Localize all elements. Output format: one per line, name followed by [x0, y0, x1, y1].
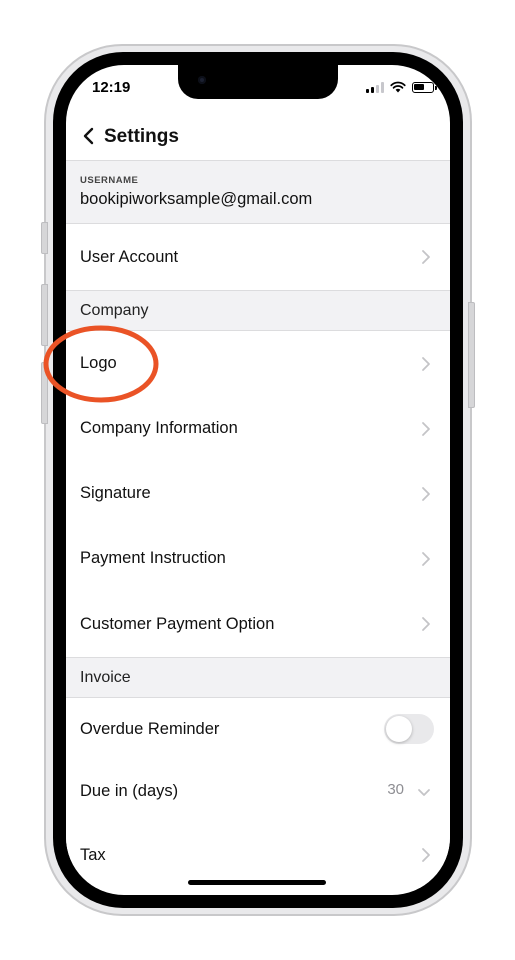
section-header-invoice: Invoice — [66, 657, 450, 698]
toggle-knob — [386, 716, 412, 742]
power-button — [468, 302, 475, 408]
due-in-days-row[interactable]: Due in (days) 30 — [66, 760, 450, 822]
overdue-reminder-toggle[interactable] — [384, 714, 434, 744]
company-information-row[interactable]: Company Information — [66, 396, 450, 461]
payment-instruction-row[interactable]: Payment Instruction — [66, 526, 450, 591]
chevron-right-icon — [422, 848, 430, 862]
silent-switch — [41, 222, 48, 254]
user-account-row[interactable]: User Account — [66, 224, 450, 290]
chevron-right-icon — [422, 421, 430, 436]
overdue-reminder-row: Overdue Reminder — [66, 698, 450, 760]
username-section: USERNAME bookipiworksample@gmail.com — [66, 160, 450, 224]
chevron-left-icon[interactable] — [76, 123, 102, 149]
page-title: Settings — [104, 126, 179, 147]
settings-list: USERNAME bookipiworksample@gmail.com Use… — [66, 160, 450, 888]
row-label: Payment Instruction — [80, 549, 226, 567]
section-label: Invoice — [80, 668, 131, 686]
row-label: Customer Payment Option — [80, 614, 275, 633]
chevron-right-icon — [422, 486, 430, 501]
camera-icon — [198, 76, 206, 84]
volume-down-button — [41, 362, 48, 424]
chevron-down-icon — [418, 789, 430, 796]
home-indicator[interactable] — [188, 880, 326, 885]
row-label: Tax — [80, 845, 106, 864]
volume-up-button — [41, 284, 48, 346]
status-icons — [366, 81, 437, 93]
username-value: bookipiworksample@gmail.com — [80, 190, 313, 208]
row-label: Due in (days) — [80, 781, 179, 800]
battery-icon — [412, 81, 437, 93]
chevron-right-icon — [422, 617, 430, 631]
row-label: User Account — [80, 247, 179, 266]
screen: 12:19 Settings USERNAME bookipiworksampl… — [66, 65, 450, 895]
section-header-company: Company — [66, 290, 450, 331]
tax-row[interactable]: Tax — [66, 822, 450, 888]
customer-payment-option-row[interactable]: Customer Payment Option — [66, 591, 450, 657]
signal-icon — [366, 81, 384, 93]
username-label: USERNAME — [80, 175, 139, 186]
signature-row[interactable]: Signature — [66, 461, 450, 526]
notch — [178, 65, 338, 99]
row-label: Logo — [80, 354, 117, 372]
chevron-right-icon — [422, 551, 430, 566]
logo-row[interactable]: Logo — [66, 331, 450, 396]
chevron-right-icon — [422, 356, 430, 371]
wifi-icon — [390, 81, 406, 93]
row-label: Company Information — [80, 419, 238, 437]
chevron-right-icon — [422, 250, 430, 264]
navigation-bar: Settings — [66, 115, 450, 159]
status-time: 12:19 — [92, 79, 131, 96]
row-label: Signature — [80, 484, 151, 502]
section-label: Company — [80, 301, 149, 319]
row-label: Overdue Reminder — [80, 719, 220, 738]
due-in-days-value: 30 — [387, 781, 404, 798]
